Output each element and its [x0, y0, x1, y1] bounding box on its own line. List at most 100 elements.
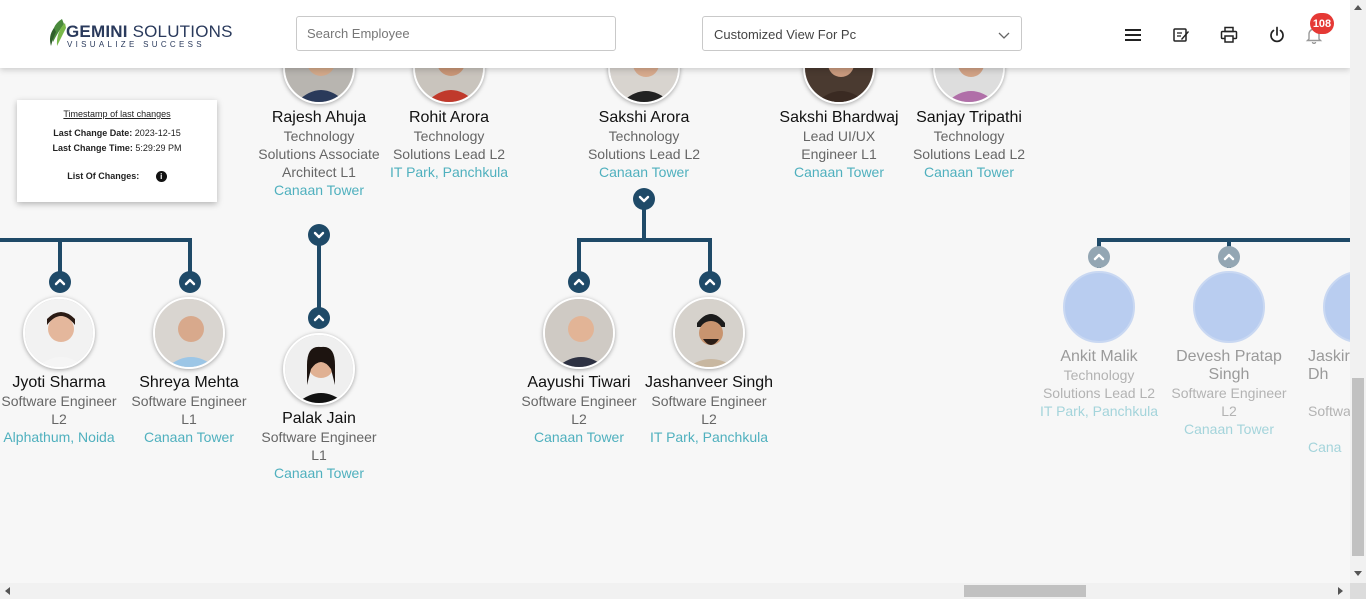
employee-card-devesh[interactable]: Devesh Pratap Singh Software Engineer L2… — [1164, 348, 1294, 438]
employee-card-ankit[interactable]: Ankit Malik Technology Solutions Lead L2… — [1034, 348, 1164, 420]
view-select-dropdown[interactable]: Customized View For Pc — [702, 16, 1022, 51]
printer-icon[interactable] — [1218, 24, 1240, 46]
employee-location[interactable]: Canaan Tower — [904, 163, 1034, 181]
employee-location[interactable]: Canaan Tower — [514, 428, 644, 446]
employee-location[interactable]: IT Park, Panchkula — [644, 428, 774, 446]
expand-jyoti-toggle[interactable] — [49, 271, 71, 293]
expand-jashanveer-toggle[interactable] — [699, 271, 721, 293]
chevron-down-icon — [638, 195, 650, 203]
changes-label: List Of Changes: — [67, 171, 140, 181]
employee-designation: Software Engineer L2 — [521, 393, 637, 427]
employee-name: Jyoti Sharma — [12, 374, 106, 391]
employee-card-sanjay[interactable]: Sanjay Tripathi Technology Solutions Lea… — [904, 109, 1034, 181]
employee-location[interactable]: Canaan Tower — [254, 181, 384, 199]
scrollbar-corner — [1350, 583, 1366, 599]
employee-card-jashanveer[interactable]: Jashanveer Singh Software Engineer L2 IT… — [644, 374, 774, 446]
employee-card-shreya[interactable]: Shreya Mehta Software Engineer L1 Canaan… — [124, 374, 254, 446]
expand-ankit-toggle[interactable] — [1088, 246, 1110, 268]
brand-name: GEMINI SOLUTIONS — [66, 22, 233, 41]
list-of-changes: List Of Changes: i — [17, 171, 217, 183]
info-icon[interactable]: i — [155, 171, 167, 183]
connector-aayushi-vertical — [577, 238, 581, 274]
leaf-logo-icon — [50, 19, 66, 46]
employee-designation: Technology Solutions Lead L2 — [392, 128, 506, 162]
employee-location[interactable]: Canaan Tower — [1164, 420, 1294, 438]
scroll-left-arrow[interactable] — [5, 587, 10, 595]
vertical-scrollbar[interactable] — [1350, 0, 1366, 583]
aayushi-avatar[interactable] — [543, 297, 615, 369]
employee-name: Devesh Pratap Singh — [1176, 348, 1282, 383]
expand-shreya-toggle[interactable] — [179, 271, 201, 293]
scroll-right-arrow[interactable] — [1338, 587, 1343, 595]
notification-badge[interactable]: 108 — [1310, 13, 1334, 34]
employee-location[interactable]: IT Park, Panchkula — [384, 163, 514, 181]
brand-tagline: VISUALIZE SUCCESS — [67, 40, 205, 49]
chevron-down-icon — [998, 32, 1010, 39]
search-employee-input[interactable] — [296, 16, 616, 51]
chevron-down-icon — [313, 231, 325, 239]
connector-right-horizontal — [1097, 238, 1350, 242]
employee-designation: Technology Solutions Lead L2 — [1042, 367, 1156, 401]
jashanveer-avatar[interactable] — [673, 297, 745, 369]
connector-jyoti-vertical — [58, 238, 62, 274]
vertical-scroll-thumb[interactable] — [1352, 378, 1364, 556]
employee-name: Sanjay Tripathi — [916, 109, 1022, 126]
employee-card-palak[interactable]: Palak Jain Software Engineer L1 Canaan T… — [254, 410, 384, 482]
employee-card-sakshi-bhardwaj[interactable]: Sakshi Bhardwaj Lead UI/UX Engineer L1 C… — [774, 109, 904, 181]
employee-name: Sakshi Bhardwaj — [779, 109, 899, 126]
horizontal-scroll-thumb[interactable] — [964, 585, 1086, 597]
employee-card-rajesh[interactable]: Rajesh Ahuja Technology Solutions Associ… — [254, 109, 384, 199]
collapse-sakshi-toggle[interactable] — [633, 188, 655, 210]
date-label: Last Change Date: — [53, 128, 133, 138]
chevron-up-icon — [184, 278, 196, 286]
employee-name: Palak Jain — [282, 410, 356, 427]
expand-palak-toggle[interactable] — [308, 307, 330, 329]
employee-name: Aayushi Tiwari — [527, 374, 631, 391]
employee-designation: Software Engineer L2 — [651, 393, 767, 427]
menu-icon[interactable] — [1122, 24, 1144, 46]
palak-avatar[interactable] — [283, 333, 355, 405]
expand-aayushi-toggle[interactable] — [568, 271, 590, 293]
employee-name: Shreya Mehta — [139, 374, 239, 391]
last-change-date: Last Change Date: 2023-12-15 — [17, 128, 217, 138]
employee-designation: Technology Solutions Lead L2 — [912, 128, 1026, 162]
employee-card-aayushi[interactable]: Aayushi Tiwari Software Engineer L2 Cana… — [514, 374, 644, 446]
scroll-up-arrow[interactable] — [1354, 5, 1362, 10]
expand-devesh-toggle[interactable] — [1218, 246, 1240, 268]
employee-location[interactable]: Alphathum, Noida — [0, 428, 124, 446]
shreya-avatar[interactable] — [153, 297, 225, 369]
collapse-rajesh-toggle[interactable] — [308, 224, 330, 246]
employee-designation: Lead UI/UX Engineer L1 — [801, 128, 877, 162]
employee-card-rohit[interactable]: Rohit Arora Technology Solutions Lead L2… — [384, 109, 514, 181]
employee-location[interactable]: IT Park, Panchkula — [1034, 402, 1164, 420]
employee-location[interactable]: Canaan Tower — [774, 163, 904, 181]
scroll-down-arrow[interactable] — [1354, 571, 1362, 576]
employee-designation: Technology Solutions Associate Architect… — [258, 128, 380, 180]
connector-rajesh-palak — [317, 240, 321, 314]
timestamp-title: Timestamp of last changes — [63, 109, 171, 119]
employee-card-sakshi-arora[interactable]: Sakshi Arora Technology Solutions Lead L… — [579, 109, 709, 181]
employee-location[interactable]: Canaan Tower — [124, 428, 254, 446]
org-chart-viewport[interactable]: Rajesh Ahuja Technology Solutions Associ… — [0, 0, 1366, 599]
employee-name: Sakshi Arora — [598, 109, 690, 126]
devesh-avatar[interactable] — [1193, 271, 1265, 343]
view-select-value: Customized View For Pc — [714, 27, 857, 42]
horizontal-scrollbar[interactable] — [0, 583, 1350, 599]
employee-location[interactable]: Canaan Tower — [254, 464, 384, 482]
edit-note-icon[interactable] — [1170, 24, 1192, 46]
chevron-up-icon — [1093, 253, 1105, 261]
app-header: GEMINI SOLUTIONS VISUALIZE SUCCESS Custo… — [0, 0, 1350, 68]
chevron-up-icon — [313, 314, 325, 322]
employee-card-jyoti[interactable]: Jyoti Sharma Software Engineer L2 Alphat… — [0, 374, 124, 446]
employee-designation: Technology Solutions Lead L2 — [587, 128, 701, 162]
chevron-up-icon — [1223, 253, 1235, 261]
gemini-logo[interactable]: GEMINI SOLUTIONS VISUALIZE SUCCESS — [48, 18, 232, 52]
jyoti-avatar[interactable] — [23, 297, 95, 369]
employee-designation: Software Engineer L1 — [261, 429, 377, 463]
employee-name: Rajesh Ahuja — [271, 109, 367, 126]
employee-designation: Software Engineer L2 — [1171, 385, 1287, 419]
employee-location[interactable]: Canaan Tower — [579, 163, 709, 181]
power-icon[interactable] — [1266, 24, 1288, 46]
chevron-up-icon — [704, 278, 716, 286]
ankit-avatar[interactable] — [1063, 271, 1135, 343]
